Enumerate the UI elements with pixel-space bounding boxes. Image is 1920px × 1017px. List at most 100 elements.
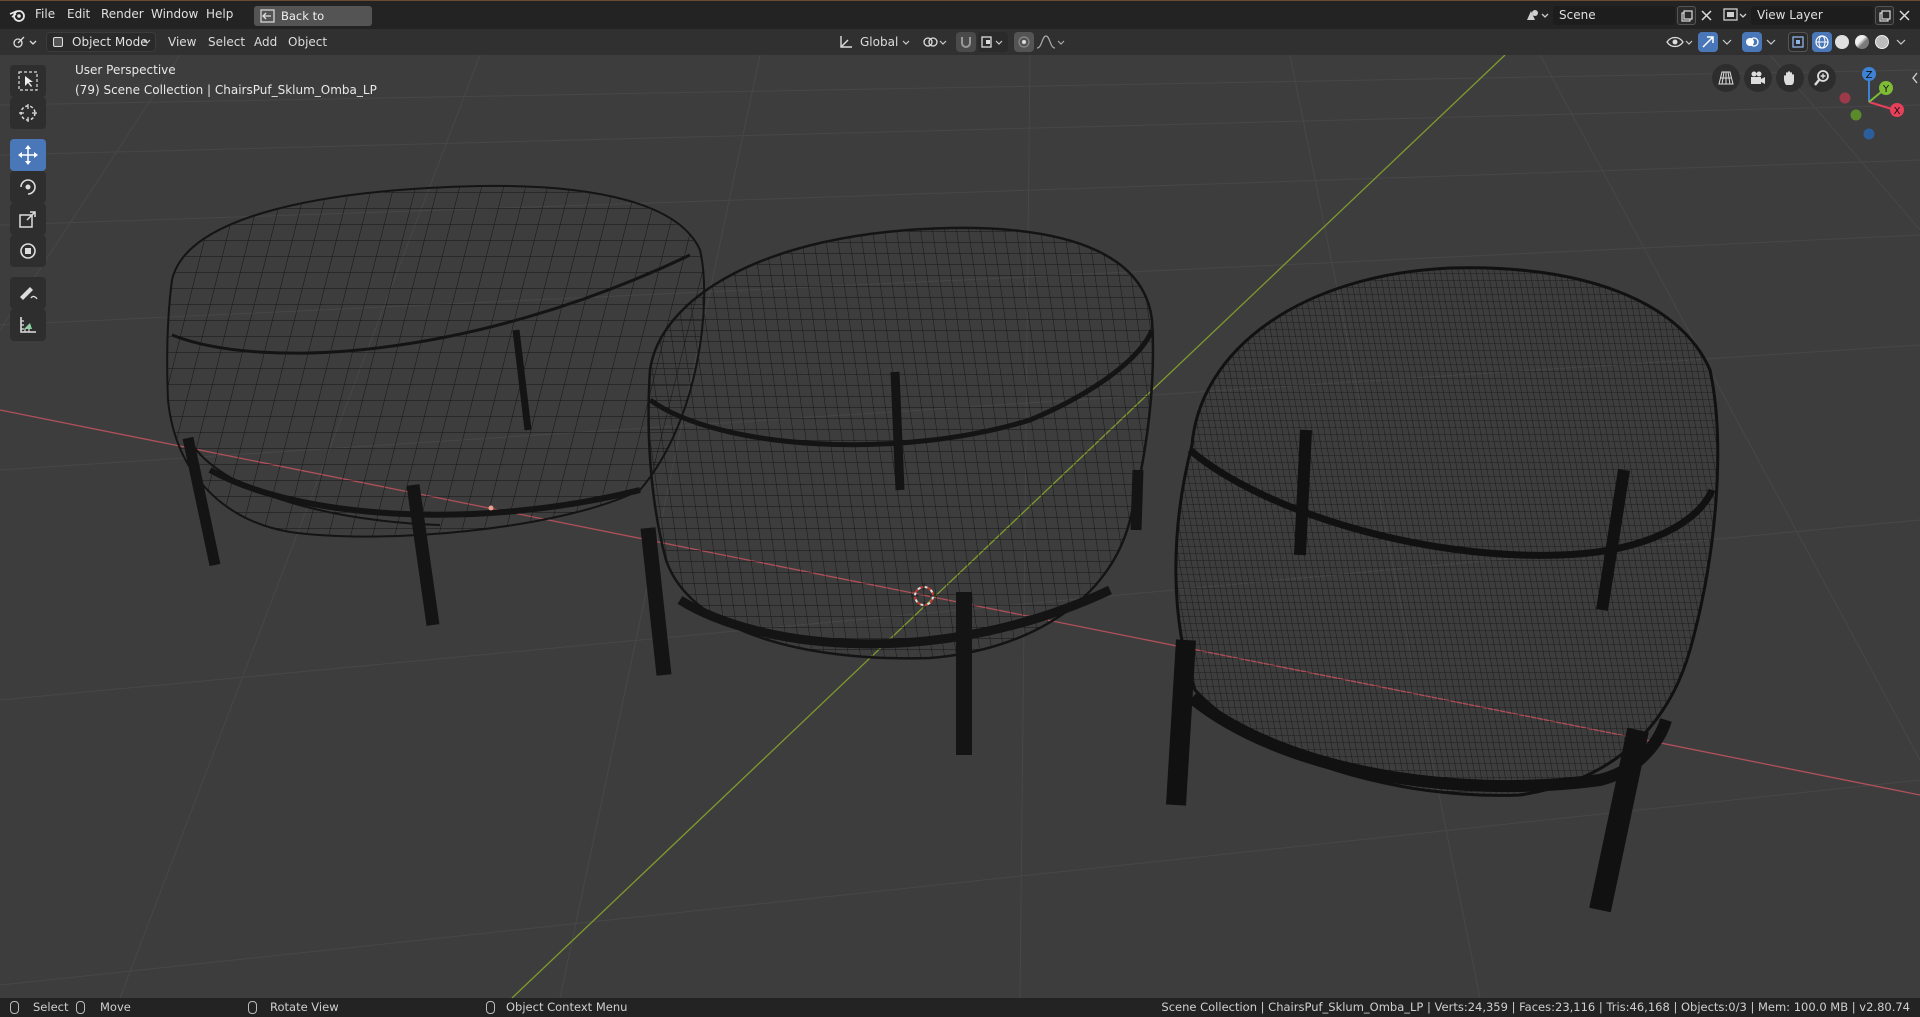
gizmo-z-label: Z (1866, 70, 1873, 81)
transform-icon (20, 243, 36, 259)
magnet-icon (961, 37, 971, 48)
gizmo-neg-z[interactable] (1863, 128, 1875, 140)
tool-annotate[interactable] (10, 277, 46, 309)
copy-icon (1681, 10, 1693, 22)
status-context-menu: Object Context Menu (506, 1000, 628, 1014)
visibility-eye-icon[interactable] (1666, 34, 1694, 50)
view-layer-field[interactable]: View Layer (1751, 6, 1873, 25)
gizmo-toggle[interactable] (1698, 32, 1718, 52)
tool-measure[interactable] (10, 309, 46, 341)
menu-view[interactable]: View (168, 32, 196, 52)
menu-window[interactable]: Window (151, 7, 198, 21)
mode-dropdown[interactable]: Object Mode (46, 32, 156, 52)
scene-name-field[interactable]: Scene (1553, 6, 1675, 25)
overlays-toggle[interactable] (1742, 32, 1762, 52)
grid-perspective-icon (1718, 71, 1734, 85)
toggle-camera-view-button[interactable] (1712, 64, 1740, 92)
view-layer-icon[interactable] (1723, 8, 1747, 22)
chevron-down-icon[interactable] (1896, 39, 1906, 46)
view-layer-remove-button[interactable] (1895, 6, 1914, 25)
snap-increment-icon (981, 36, 1003, 48)
mouse-middle-icon (76, 1001, 85, 1014)
mouse-left-icon (10, 1001, 19, 1014)
scene-icon[interactable] (1525, 8, 1549, 22)
collection-info: (79) Scene Collection | ChairsPuf_Sklum_… (75, 83, 377, 97)
shading-rendered-button[interactable] (1872, 32, 1892, 52)
material-sphere-icon (1855, 35, 1869, 49)
menu-edit[interactable]: Edit (67, 7, 90, 21)
camera-view-button[interactable] (1744, 64, 1772, 92)
sidebar-toggle-icon[interactable] (1911, 71, 1919, 85)
object-mode-icon (53, 37, 63, 47)
tool-cursor[interactable] (10, 97, 46, 129)
object-origin-point[interactable] (488, 505, 494, 511)
blender-logo-icon[interactable] (9, 8, 25, 22)
scene-copy-button[interactable] (1677, 6, 1696, 25)
hand-icon (1784, 71, 1794, 85)
gizmo-y-label: Y (1882, 84, 1890, 95)
scene-remove-button[interactable] (1697, 6, 1716, 25)
scene-name: Scene (1559, 8, 1596, 22)
snap-element-dropdown[interactable] (978, 32, 1008, 52)
shading-solid-button[interactable] (1832, 32, 1852, 52)
menu-help[interactable]: Help (206, 7, 233, 21)
pan-view-button[interactable] (1776, 64, 1804, 92)
mouse-right-icon (486, 1001, 495, 1014)
mode-label: Object Mode (72, 35, 148, 49)
view-layer-name: View Layer (1757, 8, 1823, 22)
mouse-middle-drag-icon (248, 1001, 257, 1014)
menu-render[interactable]: Render (101, 7, 144, 21)
xray-icon (1792, 36, 1804, 48)
tool-select-box[interactable] (10, 65, 46, 97)
move-icon (18, 145, 38, 165)
pivot-point-icon[interactable] (922, 34, 948, 50)
pouf-high-poly[interactable] (1166, 266, 1720, 913)
falloff-curve-icon[interactable] (1036, 34, 1066, 50)
cursor-icon (19, 104, 37, 122)
back-icon (260, 9, 275, 23)
snap-toggle[interactable] (956, 32, 976, 52)
menu-select[interactable]: Select (208, 32, 245, 52)
rotate-icon (20, 179, 36, 195)
rendered-sphere-icon (1875, 35, 1889, 49)
3d-viewport[interactable]: User Perspective (79) Scene Collection |… (0, 55, 1920, 998)
top-menu-bar: File Edit Render Window Help Back to Pre… (0, 0, 1920, 43)
viewport-scene[interactable] (0, 55, 1920, 998)
chevron-down-icon[interactable] (1722, 39, 1732, 46)
view-layer-copy-button[interactable] (1875, 6, 1894, 25)
gizmo-neg-x[interactable] (1839, 92, 1851, 104)
proportional-editing-toggle[interactable] (1014, 32, 1034, 52)
chevron-down-icon[interactable] (1766, 39, 1776, 46)
xray-toggle[interactable] (1788, 32, 1808, 52)
view-name: User Perspective (75, 63, 176, 77)
status-rotate-view: Rotate View (270, 1000, 339, 1014)
solid-sphere-icon (1835, 35, 1849, 49)
shading-wireframe-button[interactable] (1812, 32, 1832, 52)
viewport-header: Object Mode View Select Add Object Globa… (0, 29, 1920, 55)
tool-transform[interactable] (10, 235, 46, 267)
pouf-mid-poly[interactable] (640, 226, 1155, 755)
menu-object[interactable]: Object (288, 32, 327, 52)
wireframe-sphere-icon (1815, 35, 1829, 49)
select-box-icon (18, 71, 38, 91)
editor-type-icon[interactable] (12, 35, 38, 49)
pencil-icon (20, 287, 38, 300)
scale-icon (19, 211, 36, 228)
orientation-dropdown[interactable]: Global (860, 32, 898, 52)
scene-statistics: Scene Collection | ChairsPuf_Sklum_Omba_… (1161, 1000, 1910, 1014)
close-icon (1701, 10, 1712, 21)
menu-add[interactable]: Add (254, 32, 277, 52)
copy-icon (1879, 10, 1891, 22)
tool-scale[interactable] (10, 203, 46, 235)
shading-material-button[interactable] (1852, 32, 1872, 52)
tool-rotate[interactable] (10, 171, 46, 203)
close-icon (1899, 10, 1910, 21)
pouf-low-poly[interactable] (166, 184, 706, 626)
tool-move[interactable] (10, 139, 46, 171)
transform-orientation-icon (840, 36, 852, 48)
back-to-previous-button[interactable]: Back to Previous (254, 6, 372, 43)
navigation-gizmo[interactable]: Z Y X (1832, 55, 1912, 145)
gizmo-neg-y[interactable] (1850, 109, 1862, 121)
menu-file[interactable]: File (35, 7, 55, 21)
zoom-icon (1814, 70, 1829, 86)
